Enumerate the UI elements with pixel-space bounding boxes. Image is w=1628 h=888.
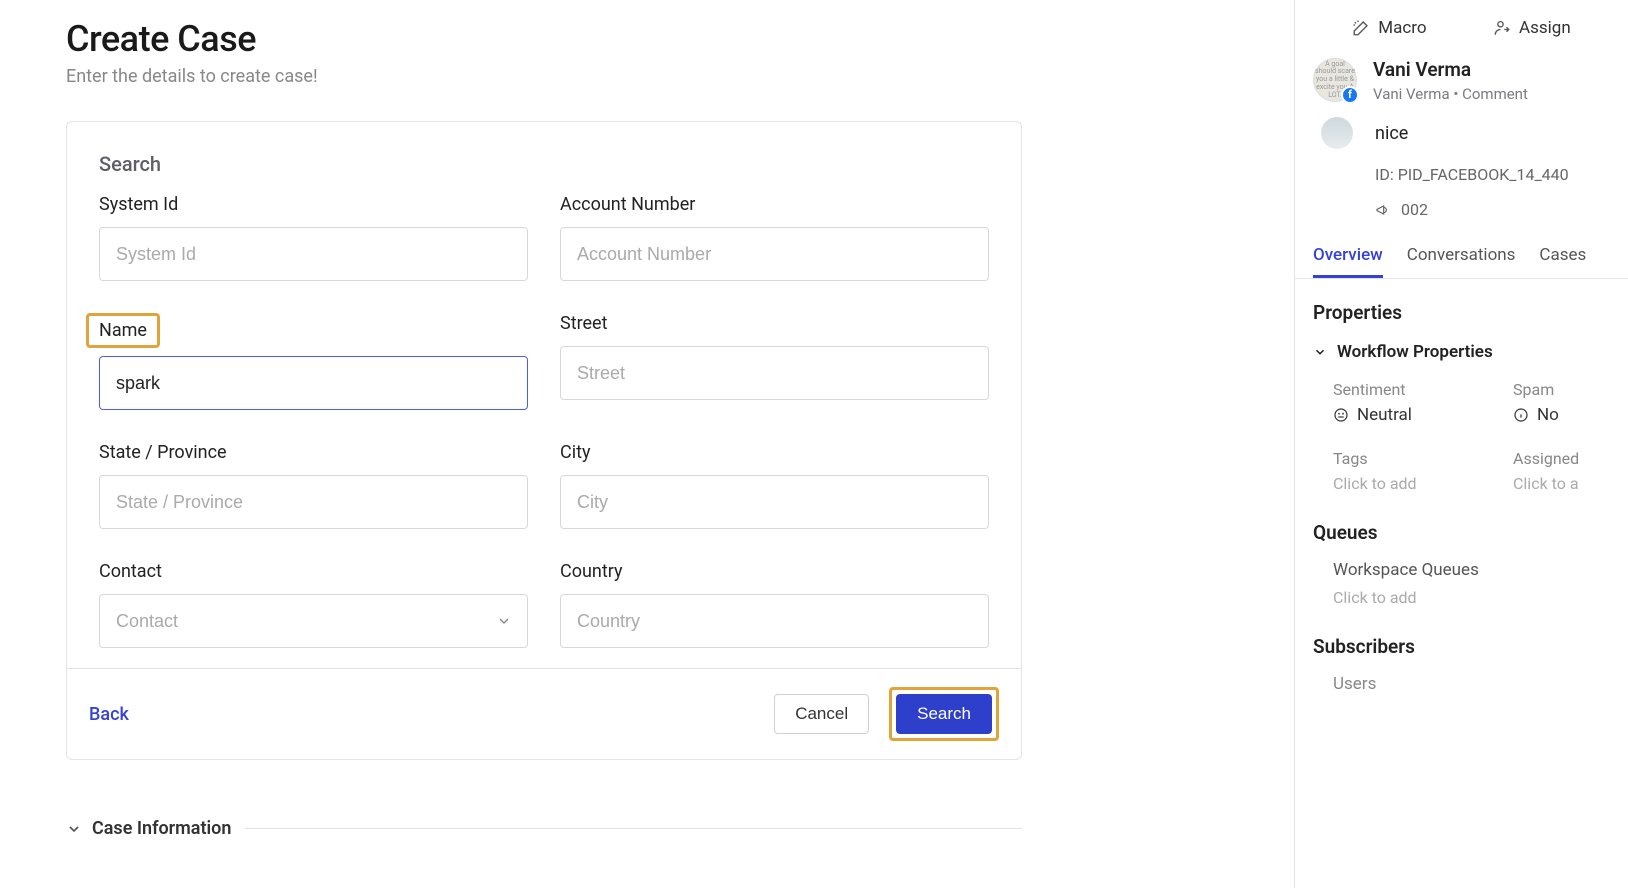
name-label: Name <box>86 313 160 348</box>
back-link[interactable]: Back <box>89 704 129 725</box>
workflow-properties-toggle[interactable]: Workflow Properties <box>1313 342 1610 362</box>
assign-icon <box>1493 19 1511 37</box>
tab-cases[interactable]: Cases <box>1539 235 1586 278</box>
name-input[interactable] <box>99 356 528 410</box>
system-id-input[interactable] <box>99 227 528 281</box>
divider <box>245 828 1022 829</box>
queues-sub: Workspace Queues <box>1313 560 1610 580</box>
macro-button[interactable]: Macro <box>1352 18 1426 38</box>
campaign-number: 002 <box>1401 200 1428 219</box>
contact-label: Contact <box>99 561 528 582</box>
spam-value[interactable]: No <box>1513 405 1610 425</box>
search-panel: Search System Id Account Number Name Str… <box>66 121 1022 760</box>
sentiment-value[interactable]: Neutral <box>1333 405 1513 425</box>
country-input[interactable] <box>560 594 989 648</box>
case-information-title: Case Information <box>92 818 231 839</box>
avatar: A goal should scare you a little & excit… <box>1313 58 1357 102</box>
profile-name: Vani Verma <box>1373 58 1528 81</box>
tab-overview[interactable]: Overview <box>1313 235 1383 278</box>
street-input[interactable] <box>560 346 989 400</box>
page-subtitle: Enter the details to create case! <box>66 66 1228 87</box>
street-label: Street <box>560 313 989 334</box>
comment-avatar <box>1321 117 1353 149</box>
state-label: State / Province <box>99 442 528 463</box>
neutral-face-icon <box>1333 407 1349 423</box>
city-label: City <box>560 442 989 463</box>
assigned-add[interactable]: Click to a <box>1513 474 1610 493</box>
sidebar: Macro Assign A goal should scare you a l… <box>1294 0 1628 888</box>
country-label: Country <box>560 561 989 582</box>
account-number-label: Account Number <box>560 194 989 215</box>
comment-text: nice <box>1375 123 1408 144</box>
info-circle-icon <box>1513 407 1529 423</box>
profile-meta: Vani Verma • Comment <box>1373 85 1528 103</box>
assign-button[interactable]: Assign <box>1493 18 1571 38</box>
spam-label: Spam <box>1513 380 1610 399</box>
sentiment-label: Sentiment <box>1333 380 1513 399</box>
tags-add[interactable]: Click to add <box>1333 474 1513 493</box>
wand-icon <box>1352 19 1370 37</box>
tab-conversations[interactable]: Conversations <box>1407 235 1516 278</box>
macro-label: Macro <box>1378 18 1426 38</box>
queues-title: Queues <box>1313 521 1610 544</box>
state-input[interactable] <box>99 475 528 529</box>
workflow-properties-title: Workflow Properties <box>1337 342 1493 362</box>
case-information-toggle[interactable]: Case Information <box>66 818 1022 839</box>
account-number-input[interactable] <box>560 227 989 281</box>
city-input[interactable] <box>560 475 989 529</box>
search-button-highlight: Search <box>889 687 999 741</box>
facebook-badge-icon: f <box>1341 86 1359 104</box>
chevron-down-icon <box>1313 345 1327 359</box>
tags-label: Tags <box>1333 449 1513 468</box>
queues-add[interactable]: Click to add <box>1313 588 1610 607</box>
chevron-down-icon <box>66 821 82 837</box>
profile-id: ID: PID_FACEBOOK_14_440 <box>1295 153 1628 192</box>
subscribers-title: Subscribers <box>1313 635 1610 658</box>
system-id-label: System Id <box>99 194 528 215</box>
subscribers-sub: Users <box>1313 674 1610 694</box>
page-title: Create Case <box>66 18 1228 60</box>
cancel-button[interactable]: Cancel <box>774 694 869 734</box>
search-heading: Search <box>99 152 989 176</box>
search-button[interactable]: Search <box>896 694 992 734</box>
properties-title: Properties <box>1313 301 1610 324</box>
contact-select[interactable] <box>99 594 528 648</box>
megaphone-icon <box>1375 202 1391 218</box>
assign-label: Assign <box>1519 18 1571 38</box>
assigned-label: Assigned <box>1513 449 1610 468</box>
